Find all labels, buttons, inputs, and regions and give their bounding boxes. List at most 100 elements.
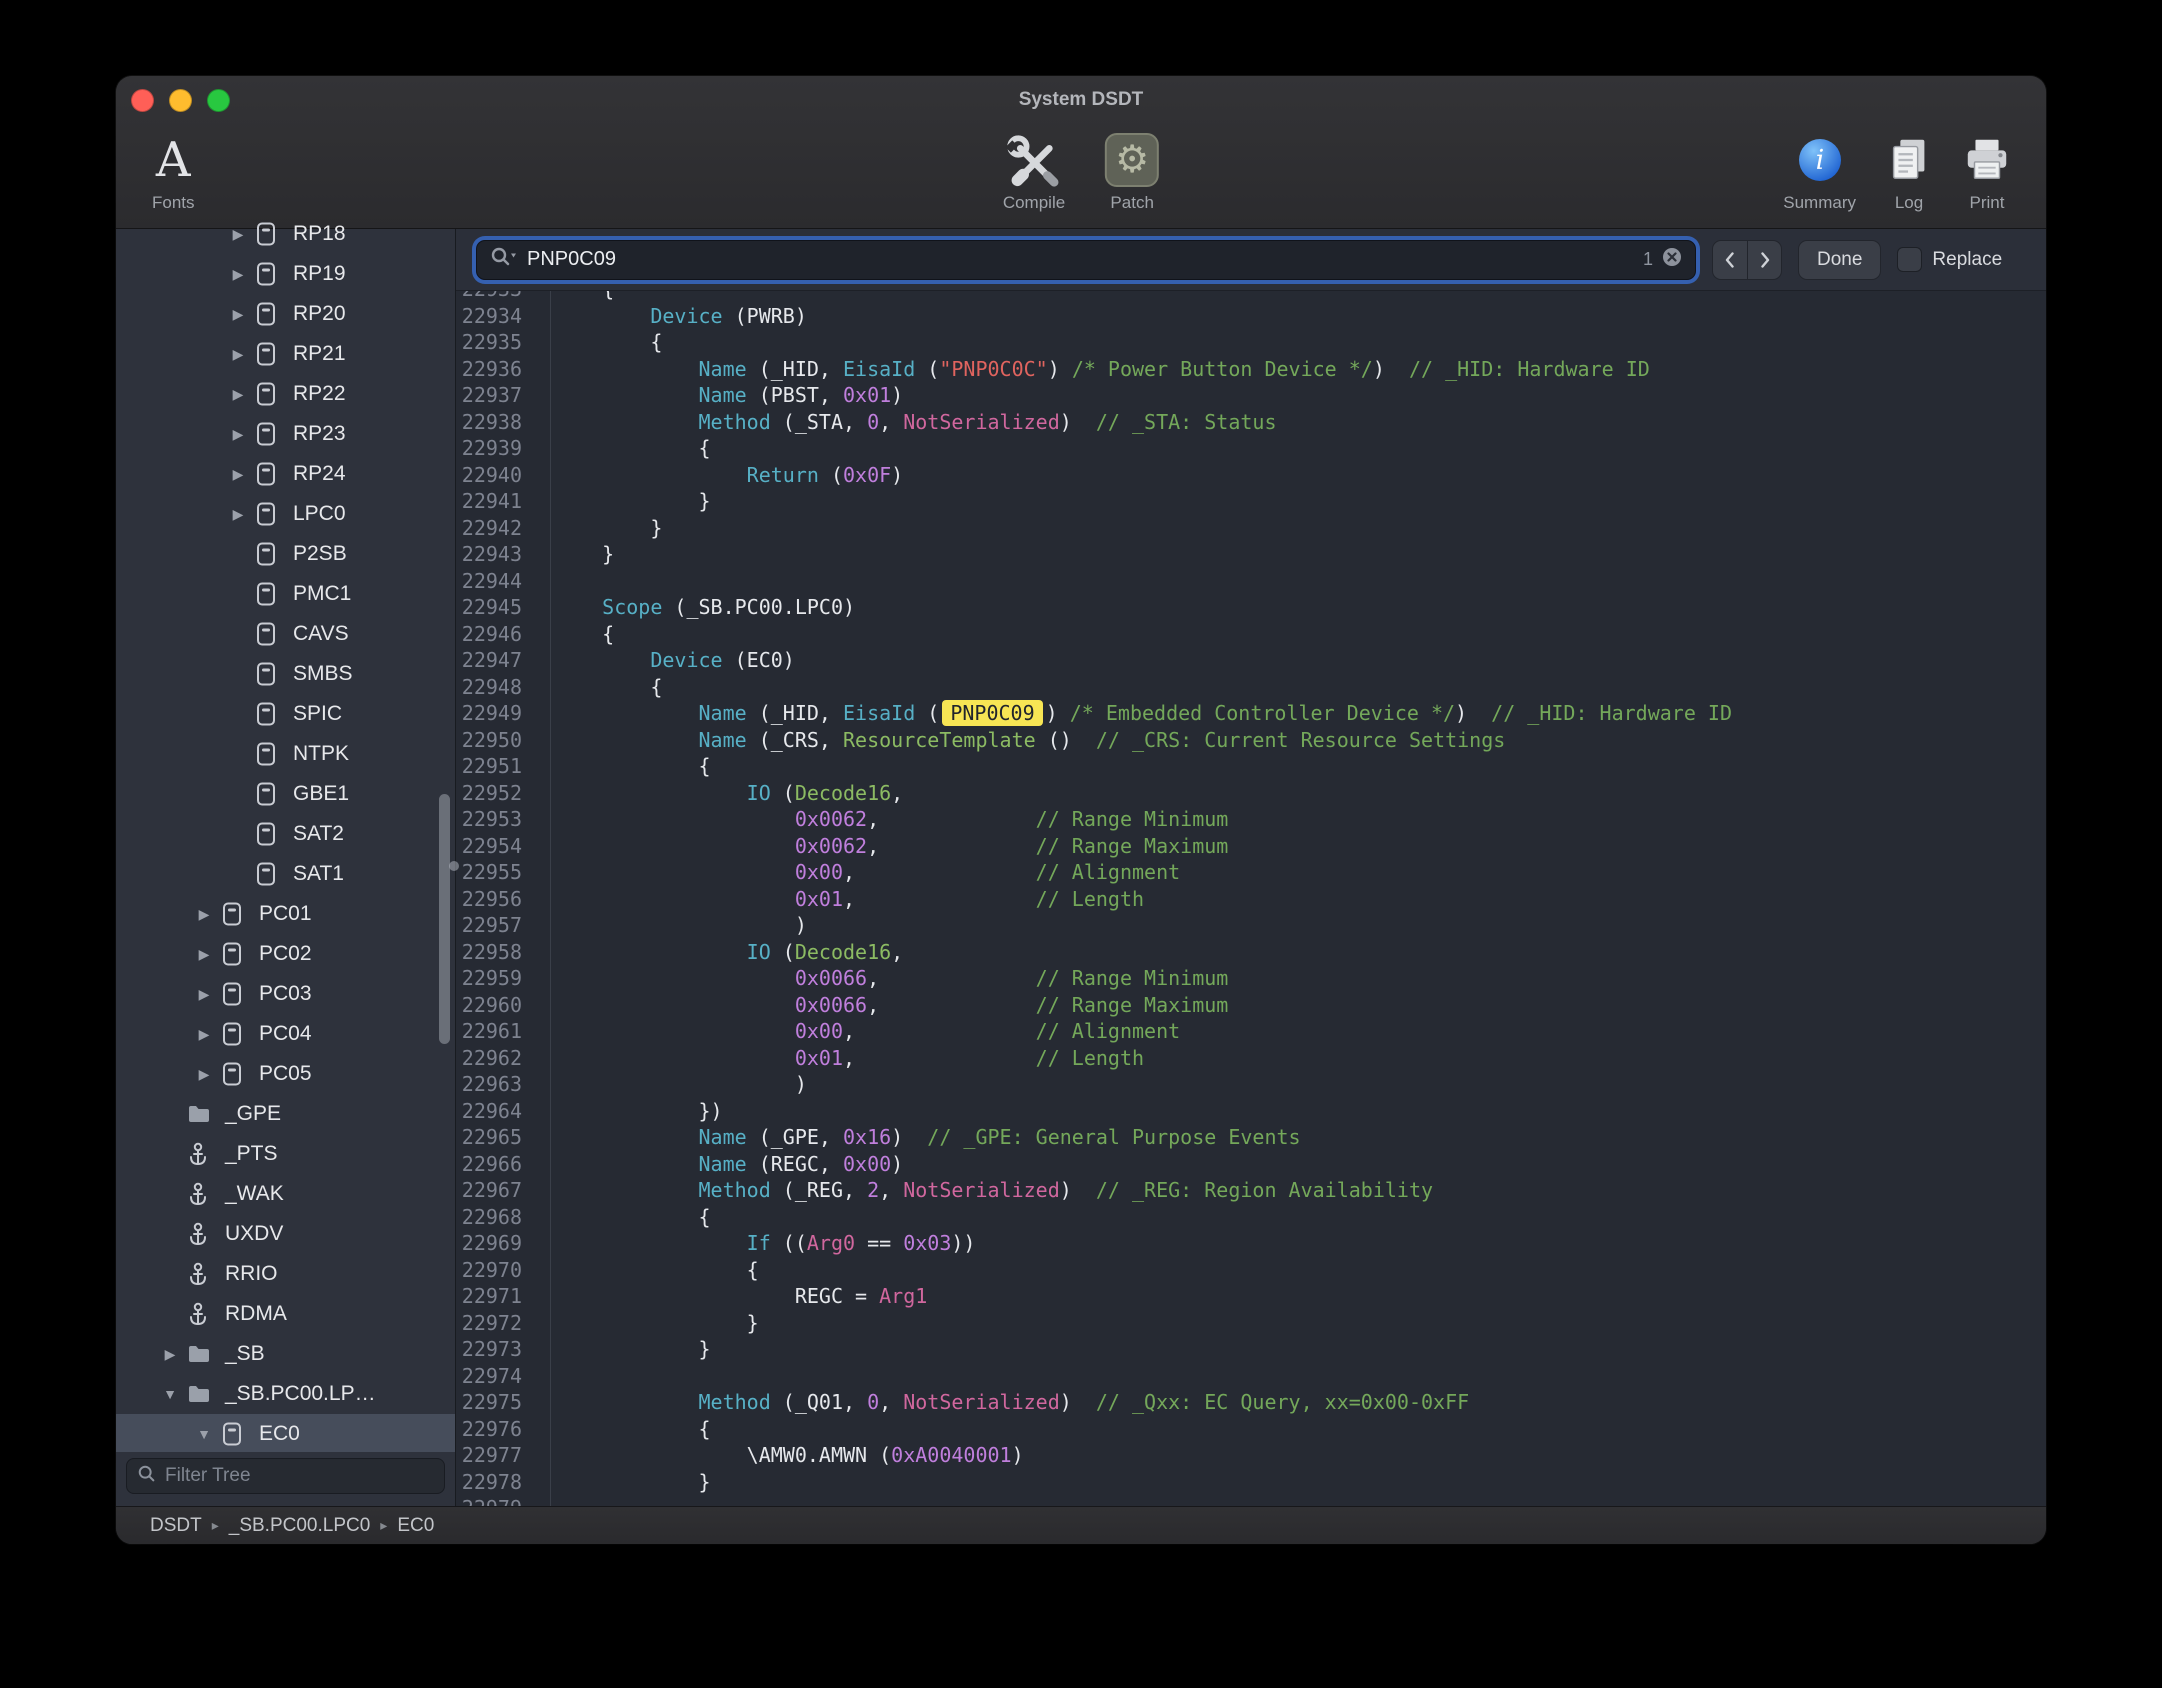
- device-icon: [255, 661, 285, 687]
- sidebar-item-pc01[interactable]: ▶ PC01: [116, 894, 455, 934]
- find-next-button[interactable]: [1747, 241, 1781, 279]
- log-button[interactable]: Log: [1884, 128, 1934, 213]
- disclosure-down-icon[interactable]: ▼: [187, 1426, 221, 1442]
- sidebar-item-pts[interactable]: _PTS: [116, 1134, 455, 1174]
- find-previous-button[interactable]: [1713, 241, 1747, 279]
- code-token: Method: [699, 1178, 771, 1202]
- disclosure-right-icon[interactable]: ▶: [221, 506, 255, 523]
- summary-button[interactable]: i Summary: [1783, 128, 1856, 213]
- device-tree[interactable]: ▶RP18▶RP19▶RP20▶RP21▶RP22▶RP23▶RP24▶LPC0…: [116, 214, 455, 1452]
- sidebar-item-sat2[interactable]: SAT2: [116, 814, 455, 854]
- sidebar-item-gbe1[interactable]: GBE1: [116, 774, 455, 814]
- sidebar-item-pc02[interactable]: ▶PC02: [116, 934, 455, 974]
- code-token: [554, 781, 747, 805]
- clear-search-icon[interactable]: [1661, 246, 1683, 273]
- line-number: 22973: [456, 1336, 536, 1363]
- find-field[interactable]: 1: [476, 240, 1696, 280]
- disclosure-right-icon[interactable]: ▶: [187, 946, 221, 963]
- code-line: 22963 ): [456, 1071, 2046, 1098]
- code-text: \AMW0.AMWN (0xA0040001): [536, 1442, 1024, 1469]
- code-token: // Alignment: [1036, 860, 1181, 884]
- disclosure-down-icon[interactable]: ▼: [153, 1386, 187, 1402]
- code-token: {: [554, 622, 614, 646]
- line-number: 22972: [456, 1310, 536, 1337]
- disclosure-right-icon[interactable]: ▶: [187, 986, 221, 1003]
- sidebar-item-wak[interactable]: _WAK: [116, 1174, 455, 1214]
- sidebar-item-smbs[interactable]: SMBS: [116, 654, 455, 694]
- titlebar[interactable]: System DSDT: [116, 76, 2046, 124]
- print-button[interactable]: Print: [1962, 128, 2012, 213]
- disclosure-right-icon[interactable]: ▶: [221, 426, 255, 443]
- disclosure-right-icon[interactable]: ▶: [221, 466, 255, 483]
- disclosure-right-icon[interactable]: ▶: [187, 1066, 221, 1083]
- code-text: ): [536, 912, 807, 939]
- minimize-button[interactable]: [169, 89, 192, 112]
- breadcrumb-item-ec0[interactable]: EC0: [397, 1515, 434, 1537]
- filter-tree-input[interactable]: [165, 1465, 434, 1487]
- sidebar-item-rrio[interactable]: RRIO: [116, 1254, 455, 1294]
- sidebar-item-rp23[interactable]: ▶RP23: [116, 414, 455, 454]
- sidebar-item-spic[interactable]: SPIC: [116, 694, 455, 734]
- line-number: 22945: [456, 594, 536, 621]
- code-text: Name (REGC, 0x00): [536, 1151, 903, 1178]
- patch-button[interactable]: ⚙ Patch: [1105, 128, 1159, 213]
- sidebar-item-sb-pc00-lp[interactable]: ▼_SB.PC00.LP…: [116, 1374, 455, 1414]
- sidebar-item-label: RP22: [293, 382, 346, 406]
- sidebar-item-label: PC01: [259, 902, 312, 926]
- device-icon: [255, 821, 285, 847]
- line-number: 22952: [456, 780, 536, 807]
- sidebar-item-ec0[interactable]: ▼EC0: [116, 1414, 455, 1452]
- sidebar-item-rp21[interactable]: ▶RP21: [116, 334, 455, 374]
- compile-button[interactable]: Compile: [1003, 128, 1065, 213]
- disclosure-right-icon[interactable]: ▶: [221, 346, 255, 363]
- zoom-button[interactable]: [207, 89, 230, 112]
- code-token: 0x0066: [795, 993, 867, 1017]
- line-number: 22950: [456, 727, 536, 754]
- disclosure-right-icon[interactable]: ▶: [221, 306, 255, 323]
- sidebar-item-pc03[interactable]: ▶PC03: [116, 974, 455, 1014]
- sidebar-item-p2sb[interactable]: P2SB: [116, 534, 455, 574]
- sidebar-scrollbar-thumb[interactable]: [439, 794, 450, 1044]
- code-editor[interactable]: 22933 {22934 Device (PWRB)22935 {22936 N…: [456, 291, 2046, 1506]
- sidebar-item-rp24[interactable]: ▶RP24: [116, 454, 455, 494]
- disclosure-right-icon[interactable]: ▶: [221, 226, 255, 243]
- sidebar-item-pc05[interactable]: ▶PC05: [116, 1054, 455, 1094]
- sidebar-item-label: PMC1: [293, 582, 351, 606]
- code-line: 22940 Return (0x0F): [456, 462, 2046, 489]
- sidebar-item-rp19[interactable]: ▶RP19: [116, 254, 455, 294]
- disclosure-right-icon[interactable]: ▶: [221, 266, 255, 283]
- sidebar-item-sat1[interactable]: SAT1: [116, 854, 455, 894]
- breadcrumb-item-sb-pc00-lpc0[interactable]: _SB.PC00.LPC0: [229, 1515, 371, 1537]
- line-number: 22939: [456, 435, 536, 462]
- disclosure-right-icon[interactable]: ▶: [221, 386, 255, 403]
- sidebar-item-rp20[interactable]: ▶RP20: [116, 294, 455, 334]
- sidebar-item-rp18[interactable]: ▶RP18: [116, 214, 455, 254]
- disclosure-right-icon[interactable]: ▶: [187, 1026, 221, 1043]
- breadcrumb-item-dsdt[interactable]: DSDT: [150, 1515, 202, 1537]
- compile-label: Compile: [1003, 193, 1065, 213]
- folder-icon: [187, 1344, 217, 1364]
- filter-tree-field[interactable]: [126, 1458, 445, 1494]
- sidebar-item-pc04[interactable]: ▶PC04: [116, 1014, 455, 1054]
- sidebar-item-uxdv[interactable]: UXDV: [116, 1214, 455, 1254]
- sidebar-item-gpe[interactable]: _GPE: [116, 1094, 455, 1134]
- sidebar-item-cavs[interactable]: CAVS: [116, 614, 455, 654]
- sidebar-item-lpc0[interactable]: ▶LPC0: [116, 494, 455, 534]
- done-button[interactable]: Done: [1798, 240, 1881, 280]
- sidebar-item-sb[interactable]: ▶_SB: [116, 1334, 455, 1374]
- code-token: ,: [867, 966, 1036, 990]
- sidebar-item-ntpk[interactable]: NTPK: [116, 734, 455, 774]
- disclosure-right-icon[interactable]: ▶: [187, 906, 221, 923]
- code-token: ,: [843, 860, 1036, 884]
- disclosure-right-icon[interactable]: ▶: [153, 1346, 187, 1363]
- splitter-handle[interactable]: [449, 861, 459, 871]
- find-input[interactable]: [527, 248, 1635, 271]
- replace-checkbox[interactable]: [1897, 247, 1922, 272]
- search-menu-icon[interactable]: [489, 246, 519, 273]
- sidebar-item-rp22[interactable]: ▶ RP22: [116, 374, 455, 414]
- sidebar-item-rdma[interactable]: RDMA: [116, 1294, 455, 1334]
- code-token: Name: [699, 728, 747, 752]
- sidebar-item-pmc1[interactable]: PMC1: [116, 574, 455, 614]
- close-button[interactable]: [131, 89, 154, 112]
- fonts-button[interactable]: A Fonts: [152, 128, 195, 213]
